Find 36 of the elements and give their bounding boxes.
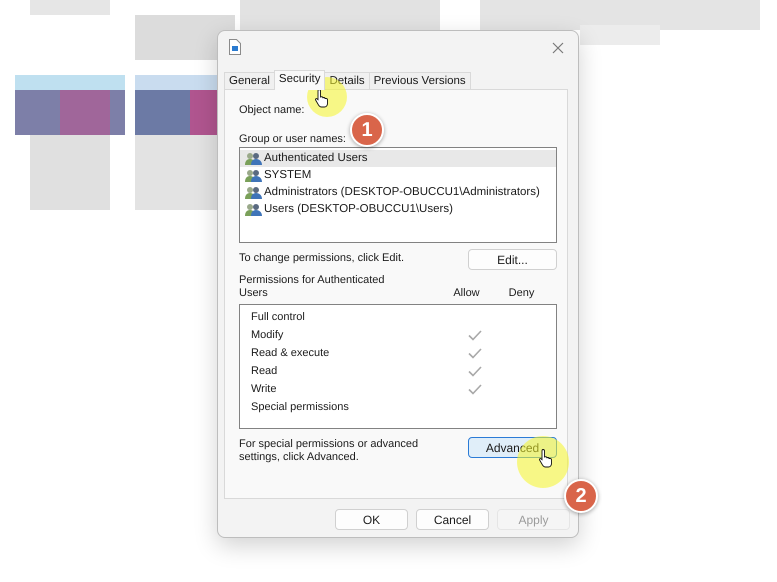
permission-name: Special permissions bbox=[251, 400, 350, 415]
tab[interactable]: Previous Versions bbox=[368, 72, 471, 89]
close-icon[interactable] bbox=[552, 42, 564, 54]
step-number-badge: 2 bbox=[564, 479, 598, 513]
user-name: Authenticated Users bbox=[264, 150, 368, 166]
column-header: Allow bbox=[452, 287, 481, 300]
user-name: SYSTEM bbox=[264, 168, 312, 183]
users-icon bbox=[245, 168, 262, 182]
user-row[interactable]: SYSTEM bbox=[240, 167, 556, 184]
user-name: Users (DESKTOP-OBUCCU1\Users) bbox=[264, 202, 453, 217]
tab[interactable]: Security bbox=[274, 70, 326, 90]
change-hint: To change permissions, click Edit. bbox=[239, 251, 404, 266]
permission-name: Read bbox=[251, 364, 278, 379]
edit-button[interactable]: Edit... bbox=[468, 249, 557, 270]
permissions-label: Permissions for Authenticated Users bbox=[239, 274, 386, 300]
user-name: Administrators (DESKTOP-OBUCCU1\Administrators) bbox=[264, 184, 540, 200]
dialog-button[interactable]: OK bbox=[335, 509, 408, 530]
user-row[interactable]: Authenticated Users bbox=[240, 150, 556, 167]
object-name-label: Object name: bbox=[239, 103, 306, 118]
user-row[interactable]: Users (DESKTOP-OBUCCU1\Users) bbox=[240, 201, 556, 218]
dialog-button[interactable]: Cancel bbox=[416, 509, 489, 530]
permission-name: Read & execute bbox=[251, 346, 330, 361]
permission-name: Write bbox=[251, 382, 278, 397]
group-label: Group or user names: bbox=[239, 132, 347, 147]
user-row[interactable]: Administrators (DESKTOP-OBUCCU1\Administrators) bbox=[240, 184, 556, 201]
users-icon bbox=[245, 152, 262, 166]
advanced-button[interactable]: Advanced bbox=[468, 437, 557, 458]
tab[interactable]: General bbox=[224, 72, 275, 89]
users-icon bbox=[245, 186, 262, 200]
users-icon bbox=[245, 202, 262, 216]
column-header: Deny bbox=[508, 287, 536, 300]
permission-name: Modify bbox=[251, 328, 284, 343]
file-icon bbox=[229, 39, 241, 55]
permission-name: Full control bbox=[251, 310, 306, 325]
advanced-hint: For special permissions or advanced settings, click Advanced. bbox=[239, 438, 420, 464]
hand-cursor-icon bbox=[538, 448, 554, 468]
